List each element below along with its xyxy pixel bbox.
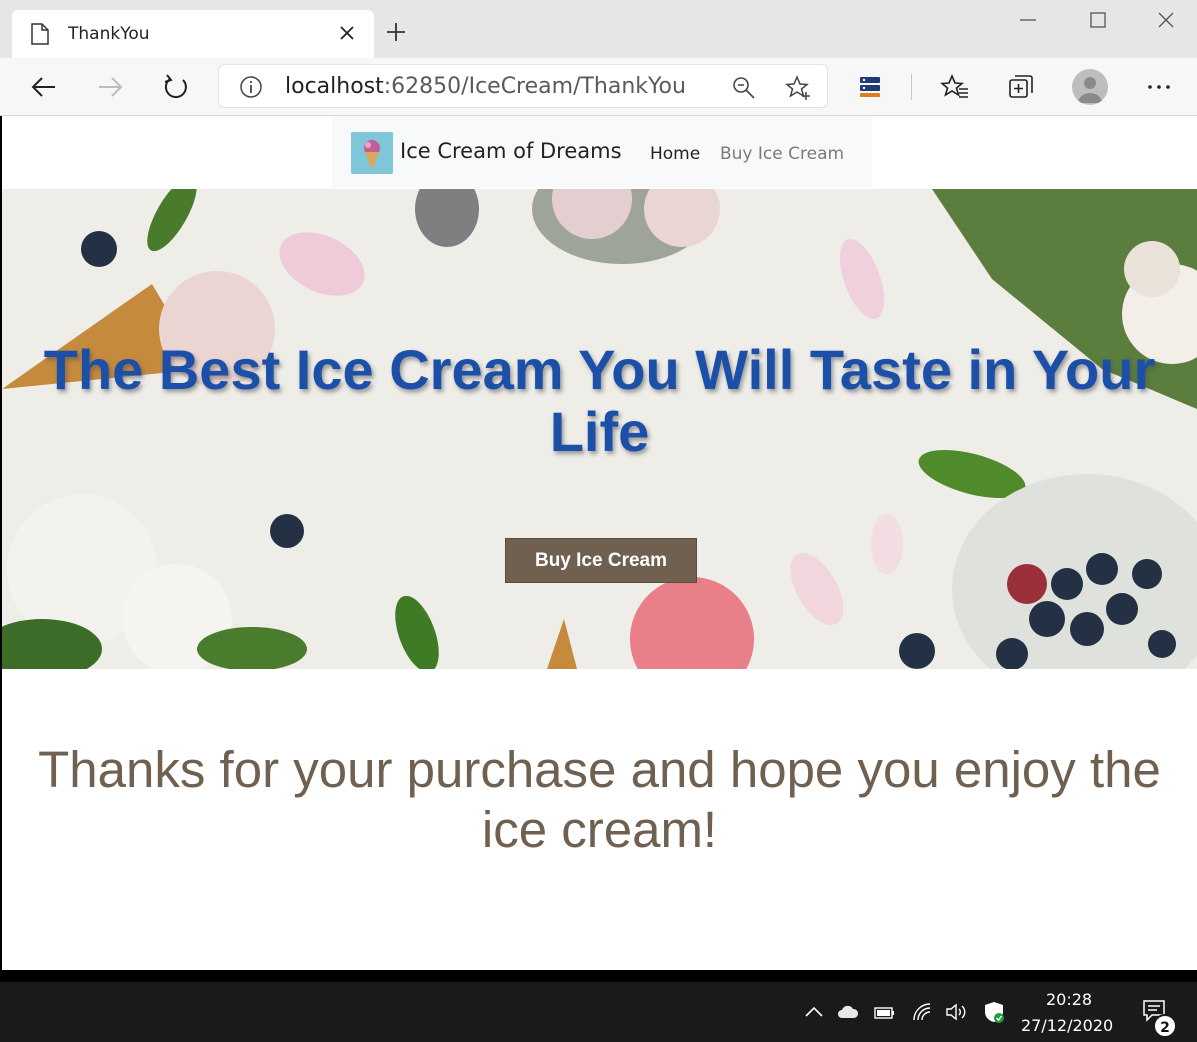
clock-date[interactable]: 27/12/2020 <box>1021 1016 1113 1035</box>
notification-count-badge: 2 <box>1153 1014 1177 1038</box>
wifi-icon[interactable] <box>910 1000 934 1024</box>
tab-title: ThankYou <box>68 24 150 44</box>
hero-title: The Best Ice Cream You Will Taste in You… <box>43 338 1156 463</box>
user-icon <box>1078 77 1102 103</box>
browser-tab[interactable]: ThankYou <box>12 10 374 58</box>
url-text[interactable]: localhost:62850/IceCream/ThankYou <box>285 74 686 99</box>
more-icon[interactable] <box>1144 72 1174 102</box>
brand-logo[interactable] <box>351 132 393 174</box>
ice-cream-logo-image <box>351 132 393 174</box>
forward-icon <box>99 77 123 97</box>
chevron-up-icon[interactable] <box>802 1000 826 1024</box>
favorites-icon[interactable] <box>940 72 970 102</box>
thank-you-message: Thanks for your purchase and hope you en… <box>38 741 1161 858</box>
toolbar-divider <box>911 74 912 100</box>
collections-icon[interactable] <box>1006 72 1036 102</box>
hero-banner: The Best Ice Cream You Will Taste in You… <box>2 189 1197 669</box>
back-icon[interactable] <box>29 72 59 102</box>
clock-time[interactable]: 20:28 <box>1046 990 1092 1009</box>
security-icon[interactable] <box>982 1000 1006 1024</box>
maximize-icon[interactable] <box>1086 8 1110 32</box>
battery-icon[interactable] <box>872 1000 896 1024</box>
refresh-icon[interactable] <box>161 72 191 102</box>
close-icon[interactable] <box>338 24 356 42</box>
page-icon <box>31 23 49 45</box>
web-page: Ice Cream of Dreams Home Buy Ice Cream T… <box>2 116 1197 970</box>
extension-icon[interactable] <box>855 72 885 102</box>
info-icon[interactable] <box>239 75 263 99</box>
nav-home-link[interactable]: Home <box>650 144 700 164</box>
buy-ice-cream-button[interactable]: Buy Ice Cream <box>505 538 697 583</box>
close-window-icon[interactable] <box>1154 8 1178 32</box>
url-host: localhost <box>285 74 384 99</box>
address-bar[interactable]: localhost:62850/IceCream/ThankYou <box>218 64 828 108</box>
brand-name[interactable]: Ice Cream of Dreams <box>400 139 622 163</box>
cloud-icon[interactable] <box>836 1000 860 1024</box>
minimize-icon[interactable] <box>1016 8 1040 32</box>
volume-icon[interactable] <box>944 1000 968 1024</box>
browser-toolbar: localhost:62850/IceCream/ThankYou <box>0 58 1197 116</box>
nav-buy-link[interactable]: Buy Ice Cream <box>720 144 844 164</box>
windows-taskbar: 20:28 27/12/2020 2 <box>0 982 1197 1042</box>
new-tab-icon[interactable] <box>384 20 408 44</box>
profile-avatar[interactable] <box>1072 69 1108 105</box>
url-path: :62850/IceCream/ThankYou <box>383 74 686 99</box>
site-navbar: Ice Cream of Dreams Home Buy Ice Cream <box>332 116 872 188</box>
favorite-add-icon[interactable] <box>785 75 811 101</box>
zoom-icon[interactable] <box>731 75 757 101</box>
tab-strip: ThankYou <box>0 0 1197 58</box>
